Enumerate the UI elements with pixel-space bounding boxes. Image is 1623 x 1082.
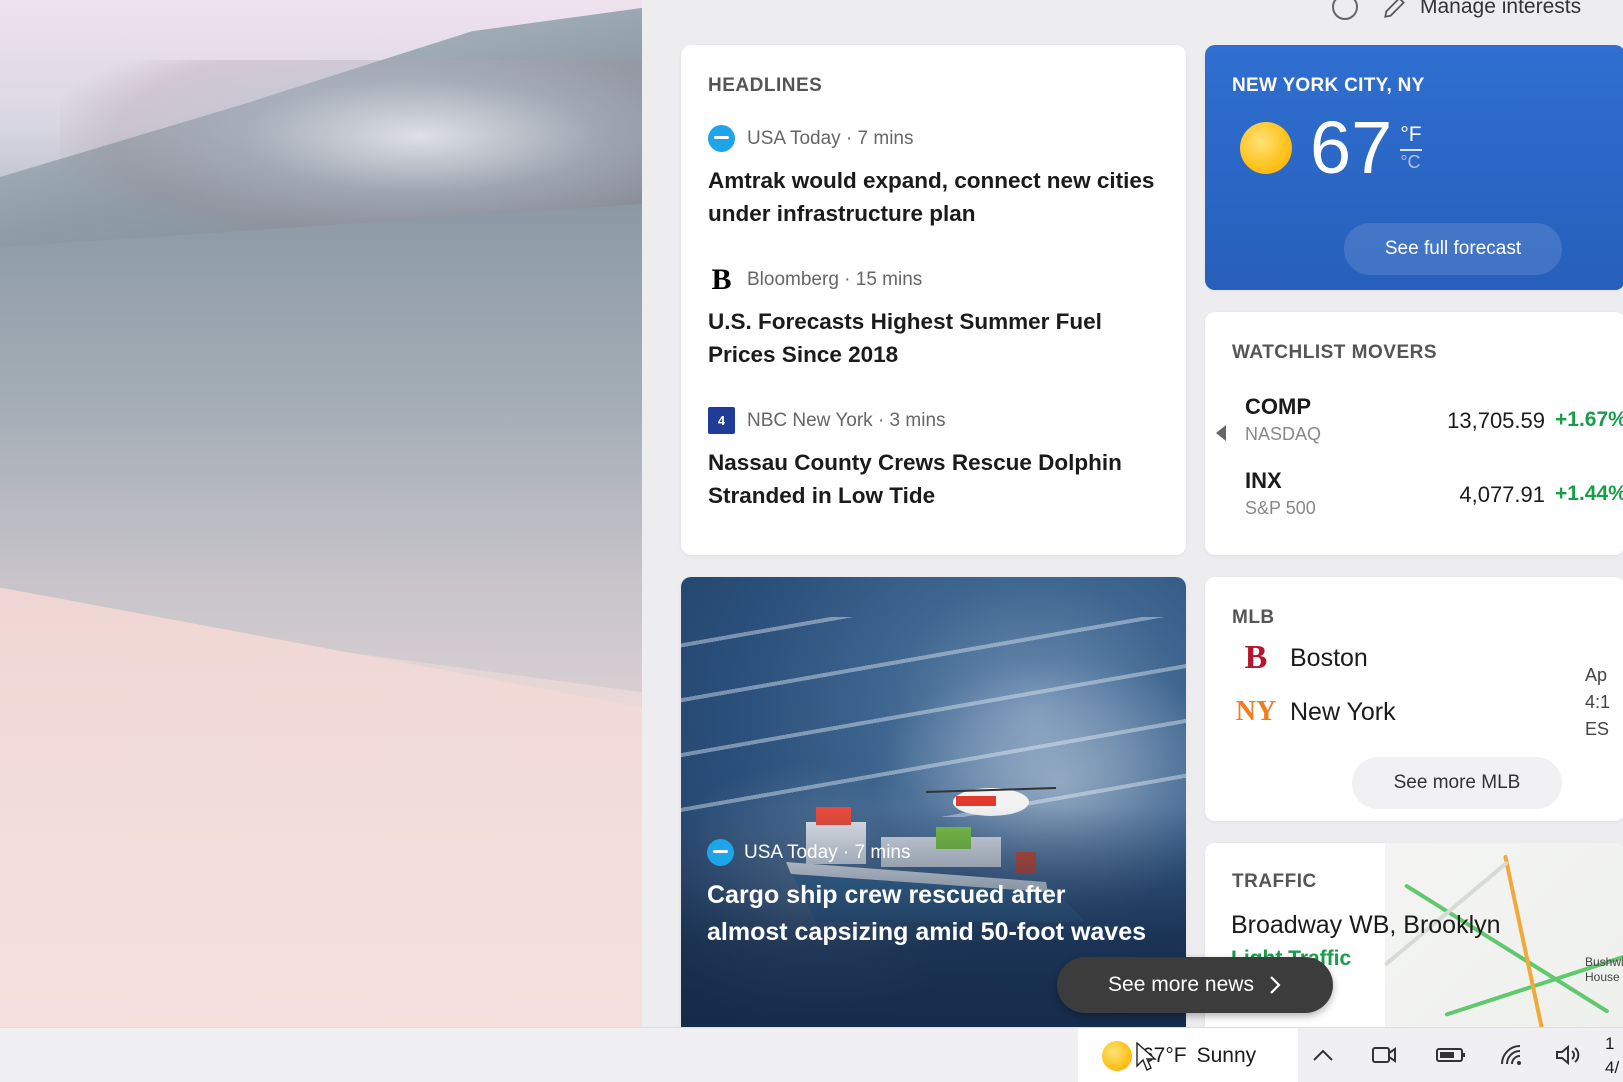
profile-icon[interactable] [1332,0,1358,20]
weather-city: NEW YORK CITY, NY [1232,75,1425,96]
news-source: USA Today · 7 mins [708,125,1159,152]
team-row[interactable]: B Boston [1240,639,1368,677]
wifi-icon[interactable] [1496,1040,1528,1070]
unit-fahrenheit[interactable]: °F [1400,121,1422,152]
news-source-label: Bloomberg · 15 mins [747,268,923,290]
see-more-news-button[interactable]: See more news [1057,957,1333,1013]
game-timezone: ES [1585,719,1610,739]
news-title[interactable]: Amtrak would expand, connect new cities … [708,164,1159,230]
sun-icon [1102,1040,1132,1071]
pencil-icon [1384,0,1405,18]
news-source: 4 NBC New York · 3 mins [708,407,1159,434]
weather-temperature: 67 [1310,106,1393,189]
stock-symbol: INX [1245,468,1282,493]
game-time: Ap 4:1 ES [1585,662,1610,743]
mlb-card: MLB B Boston NY New York Ap 4:1 ES See m… [1205,577,1623,821]
chevron-right-icon [1270,976,1281,994]
stock-symbol: COMP [1245,394,1311,419]
usa-today-logo [707,839,734,866]
game-clock: 4:1 [1585,692,1611,712]
desktop-wallpaper [0,0,645,1027]
news-source: B Bloomberg · 15 mins [708,262,1159,296]
battery-icon[interactable] [1435,1040,1467,1070]
unit-celsius[interactable]: °C [1400,151,1421,174]
stock-price: 4,077.91 [1459,482,1545,507]
news-item[interactable]: B Bloomberg · 15 mins U.S. Forecasts Hig… [708,262,1159,371]
stock-exchange: S&P 500 [1245,498,1316,518]
weather-card[interactable]: NEW YORK CITY, NY 67 °F °C See full fore… [1205,45,1623,290]
feature-source-label: USA Today · 7 mins [744,841,911,863]
stock-exchange: NASDAQ [1245,424,1322,444]
feature-source: USA Today · 7 mins [707,839,911,866]
traffic-location: Broadway WB, Brooklyn [1231,911,1501,939]
headlines-card: HEADLINES USA Today · 7 mins Amtrak woul… [681,45,1186,555]
clock-date: 4/ [1605,1058,1620,1077]
unit-toggle: °F °C [1400,121,1422,175]
headlines-title: HEADLINES [708,75,823,96]
stock-price: 13,705.59 [1447,408,1545,433]
see-more-news-label: See more news [1108,973,1254,996]
volume-icon[interactable] [1553,1040,1585,1070]
traffic-title: TRAFFIC [1232,871,1317,892]
mlb-title: MLB [1232,607,1275,628]
meet-now-icon[interactable] [1368,1040,1400,1070]
chevron-up-icon[interactable] [1307,1040,1339,1070]
news-item[interactable]: 4 NBC New York · 3 mins Nassau County Cr… [708,407,1159,512]
team-name: Boston [1290,643,1368,672]
stock-row[interactable]: INX S&P 500 4,077.91 +1.44% [1245,468,1623,528]
stock-change: +1.67% [1555,408,1623,431]
game-date: Ap [1585,665,1608,685]
news-title[interactable]: Nassau County Crews Rescue Dolphin Stran… [708,446,1159,512]
watchlist-card: WATCHLIST MOVERS COMP NASDAQ 13,705.59 +… [1205,312,1623,555]
red-sox-logo-icon: B [1244,639,1268,676]
taskbar: 67°F Sunny 1 4/ [0,1027,1623,1082]
previous-arrow-icon[interactable] [1216,425,1226,441]
bloomberg-logo: B [711,262,732,296]
team-row[interactable]: NY New York [1235,693,1396,731]
news-source-label: NBC New York · 3 mins [747,409,946,431]
stock-change: +1.44% [1555,482,1623,505]
clock-time: 1 [1605,1034,1615,1053]
news-item[interactable]: USA Today · 7 mins Amtrak would expand, … [708,125,1159,230]
manage-interests-link[interactable]: Manage interests [1382,0,1581,20]
stock-row[interactable]: COMP NASDAQ 13,705.59 +1.67% [1245,394,1623,454]
panel-header: Manage interests [1332,0,1581,22]
weather-current: 67 °F °C [1232,111,1598,185]
taskbar-clock[interactable]: 1 4/ [1605,1032,1619,1080]
see-full-forecast-button[interactable]: See full forecast [1344,223,1562,275]
widgets-panel: Manage interests HEADLINES USA Today · 7… [642,0,1623,1027]
usa-today-logo [708,125,735,152]
mets-logo-icon: NY [1235,696,1277,727]
team-name: New York [1290,697,1396,726]
sun-icon [1240,122,1292,174]
mouse-cursor-icon [1136,1042,1157,1071]
nbc-logo: 4 [708,407,735,434]
news-source-label: USA Today · 7 mins [747,127,914,149]
taskbar-weather-button[interactable]: 67°F Sunny [1078,1028,1298,1082]
feature-title[interactable]: Cargo ship crew rescued after almost cap… [707,877,1147,951]
manage-interests-label: Manage interests [1420,0,1582,18]
watchlist-title: WATCHLIST MOVERS [1232,342,1438,363]
map-place-label: Bushwi House [1585,955,1623,984]
news-title[interactable]: U.S. Forecasts Highest Summer Fuel Price… [708,305,1159,371]
taskbar-condition: Sunny [1196,1043,1257,1067]
see-more-mlb-button[interactable]: See more MLB [1352,757,1562,809]
